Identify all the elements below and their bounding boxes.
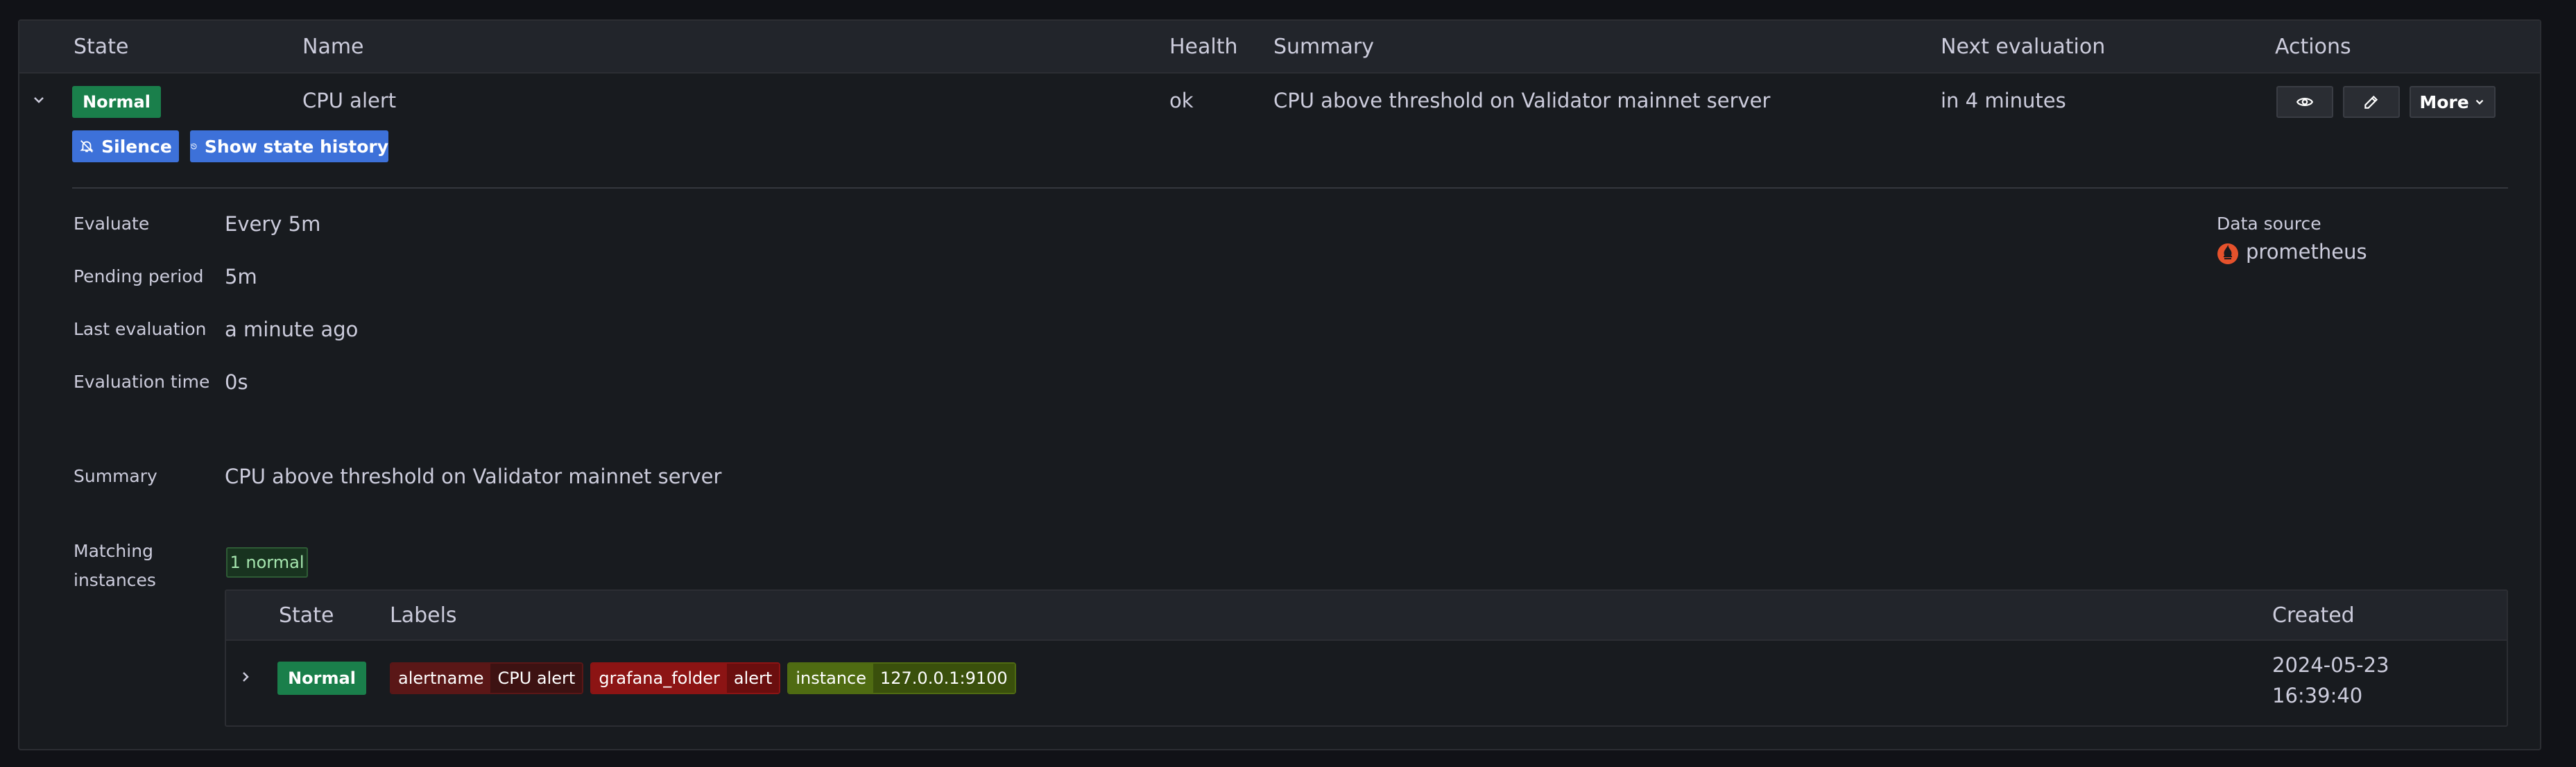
state-badge: Normal <box>72 86 161 118</box>
instance-labels: alertname CPU alert grafana_folder alert… <box>390 662 1016 694</box>
matching-instances-label-line2: instances <box>74 570 156 590</box>
prometheus-icon <box>2217 243 2239 265</box>
label-value: 127.0.0.1:9100 <box>873 664 1015 693</box>
label-value: alert <box>726 664 780 693</box>
header-state: State <box>74 35 129 59</box>
instance-created-time: 16:39:40 <box>2272 684 2363 707</box>
datasource-label: Data source <box>2217 214 2321 234</box>
instances-header: State Labels Created <box>226 591 2507 641</box>
instances-header-created: Created <box>2272 603 2355 628</box>
evaluate-label: Evaluate <box>74 214 150 234</box>
collapse-chevron-icon[interactable] <box>31 92 47 108</box>
eye-icon <box>2296 98 2314 106</box>
header-summary: Summary <box>1273 35 1374 59</box>
rule-summary: CPU above threshold on Validator mainnet… <box>1273 89 1771 112</box>
rule-next-evaluation: in 4 minutes <box>1941 89 2066 112</box>
label-key: grafana_folder <box>592 664 727 693</box>
silence-label: Silence <box>101 136 172 157</box>
silence-button[interactable]: Silence <box>72 130 179 162</box>
label-value: CPU alert <box>490 664 583 693</box>
pending-period-label: Pending period <box>74 266 204 286</box>
label-instance[interactable]: instance 127.0.0.1:9100 <box>787 662 1016 694</box>
evaluation-time-value: 0s <box>225 370 248 394</box>
summary-value: CPU above threshold on Validator mainnet… <box>225 465 722 488</box>
chevron-down-icon <box>2475 99 2483 105</box>
instance-state-badge: Normal <box>277 662 366 695</box>
more-label: More <box>2419 92 2469 112</box>
header-name: Name <box>302 35 364 59</box>
edit-button[interactable] <box>2343 86 2400 118</box>
header-actions: Actions <box>2275 35 2351 59</box>
instance-created-date: 2024-05-23 <box>2272 653 2389 677</box>
matching-count-badge[interactable]: 1 normal <box>226 547 308 578</box>
last-evaluation-label: Last evaluation <box>74 319 207 339</box>
rule-health: ok <box>1169 89 1194 112</box>
last-evaluation-value: a minute ago <box>225 318 359 341</box>
show-state-history-button[interactable]: Show state history <box>190 130 388 162</box>
pencil-icon <box>2364 95 2378 109</box>
label-key: instance <box>789 664 873 693</box>
instances-header-state: State <box>279 603 334 628</box>
evaluation-time-label: Evaluation time <box>74 372 210 392</box>
view-button[interactable] <box>2276 86 2333 118</box>
bell-slash-icon <box>80 140 94 153</box>
instances-table: State Labels Created Normal alertname CP… <box>225 589 2508 727</box>
alert-rules-panel: State Name Health Summary Next evaluatio… <box>18 19 2541 750</box>
details-divider <box>72 187 2508 189</box>
evaluate-value: Every 5m <box>225 212 321 236</box>
state-history-label: Show state history <box>204 136 388 157</box>
summary-label: Summary <box>74 466 157 486</box>
label-grafana-folder[interactable]: grafana_folder alert <box>590 662 781 694</box>
table-header: State Name Health Summary Next evaluatio… <box>19 21 2540 74</box>
header-next-evaluation: Next evaluation <box>1941 35 2106 59</box>
matching-instances-label-line1: Matching <box>74 541 153 561</box>
label-alertname[interactable]: alertname CPU alert <box>390 662 584 694</box>
pending-period-value: 5m <box>225 265 257 288</box>
more-button[interactable]: More <box>2410 86 2496 118</box>
rule-name: CPU alert <box>302 89 397 112</box>
header-health: Health <box>1169 35 1238 59</box>
history-icon <box>191 144 197 150</box>
label-key: alertname <box>391 664 491 693</box>
expand-chevron-icon[interactable] <box>237 669 254 685</box>
datasource-value[interactable]: prometheus <box>2246 240 2367 264</box>
instances-header-labels: Labels <box>390 603 457 628</box>
